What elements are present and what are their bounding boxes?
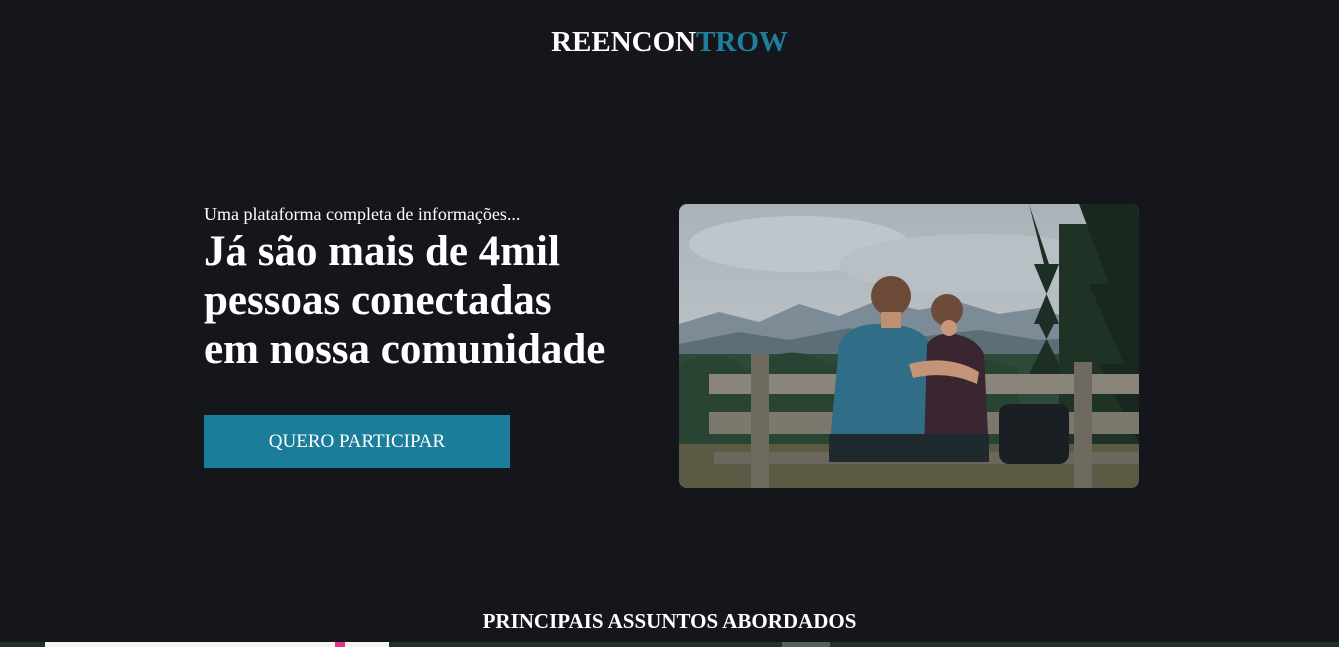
topics-section-title: PRINCIPAIS ASSUNTOS ABORDADOS	[482, 609, 857, 633]
hero-photo-illustration	[679, 204, 1139, 488]
landing-page: REENCONTROW Uma plataforma completa de i…	[0, 0, 1339, 647]
hero-headline: Já são mais de 4mil pessoas conectadas e…	[204, 227, 654, 374]
next-section-preview	[0, 642, 1339, 647]
next-section-card-accent	[335, 642, 345, 647]
brand-logo-part2: TROW	[696, 26, 788, 58]
hero-headline-line1: Já são mais de 4mil	[204, 228, 560, 275]
next-section-scroll-marker	[782, 642, 830, 647]
hero-photo-couple-on-bench	[679, 204, 1139, 488]
hero-text: Uma plataforma completa de informações..…	[204, 203, 654, 374]
hero-headline-line2: pessoas conectadas	[204, 277, 552, 324]
brand-logo-part1: REENCON	[551, 26, 697, 58]
hero-tagline: Uma plataforma completa de informações..…	[204, 204, 521, 224]
hero-headline-line3: em nossa comunidade	[204, 326, 606, 373]
join-button[interactable]: QUERO PARTICIPAR	[204, 415, 510, 468]
brand-logo[interactable]: REENCONTROW	[0, 26, 1339, 59]
